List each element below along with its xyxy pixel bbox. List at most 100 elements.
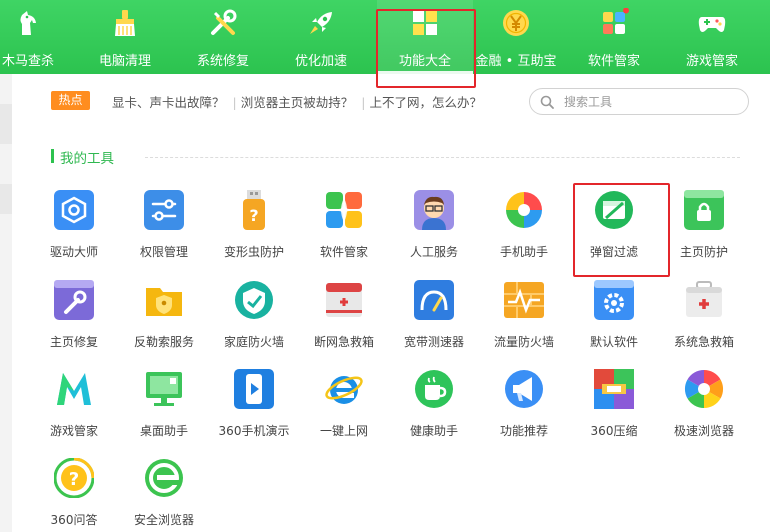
nav-item-game-manager[interactable]: 游戏管家	[670, 0, 754, 74]
nav-item-system-repair[interactable]: 系统修复	[181, 0, 265, 74]
hot-link[interactable]: 显卡、声卡出故障？	[112, 95, 225, 110]
tool-desktop-helper[interactable]: 桌面助手	[119, 369, 209, 453]
section-title: 我的工具	[60, 151, 114, 167]
system-firstaid-icon	[686, 281, 722, 317]
anti-ransom-folder-icon	[146, 288, 182, 316]
driver-master-icon	[54, 190, 94, 230]
tool-label: 游戏管家	[49, 424, 98, 438]
tool-label: 默认软件	[589, 335, 638, 349]
network-firstaid-icon	[326, 283, 362, 317]
traffic-firewall-icon	[504, 282, 544, 318]
tool-homepage-protect[interactable]: 主页防护	[659, 190, 749, 274]
tool-one-click-online[interactable]: 一键上网	[299, 369, 389, 453]
divider: |	[361, 95, 366, 110]
hot-link[interactable]: 上不了网，怎么办？	[369, 95, 482, 110]
divider: |	[232, 95, 237, 110]
svg-text:?: ?	[69, 469, 79, 490]
highlight-frame-tool	[573, 183, 670, 277]
left-side-strip	[0, 74, 12, 532]
svg-text:?: ?	[249, 206, 258, 225]
tool-default-software[interactable]: 默认软件	[569, 280, 659, 364]
nav-label: 金融 • 互助宝	[475, 54, 557, 69]
tool-label: 360手机演示	[218, 424, 290, 438]
nav-item-optimize[interactable]: 优化加速	[279, 0, 363, 74]
gamepad-icon	[698, 17, 726, 32]
broom-icon	[115, 10, 135, 36]
tool-label: 极速浏览器	[673, 424, 734, 438]
section-divider	[145, 157, 740, 158]
default-software-gear-icon	[594, 280, 634, 320]
human-service-avatar-icon	[414, 190, 454, 230]
search-box[interactable]	[529, 88, 749, 115]
tool-label: 360压缩	[590, 424, 638, 438]
tool-label: 健康助手	[409, 424, 458, 438]
tool-label: 变形虫防护	[223, 245, 284, 259]
megaphone-icon	[505, 370, 543, 408]
software-cube-icon	[603, 8, 629, 34]
tool-anti-ransom[interactable]: 反勒索服务	[119, 280, 209, 364]
software-manager-icon	[326, 192, 362, 228]
nav-label: 系统修复	[196, 54, 249, 69]
hot-links: 显卡、声卡出故障？ | 浏览器主页被劫持？ | 上不了网，怎么办？	[112, 92, 486, 111]
tool-label: 桌面助手	[139, 424, 188, 438]
tool-safe-browser[interactable]: 安全浏览器	[119, 458, 209, 532]
ie-browser-icon	[325, 376, 363, 404]
nav-label: 木马查杀	[1, 54, 54, 69]
tool-label: 宽带测速器	[403, 335, 464, 349]
highlight-frame-nav	[376, 9, 476, 88]
tool-homepage-repair[interactable]: 主页修复	[29, 280, 119, 364]
permission-toggle-icon	[144, 190, 184, 230]
game-manager-m-icon	[57, 373, 91, 405]
nav-item-pc-clean[interactable]: 电脑清理	[83, 0, 167, 74]
tool-label: 权限管理	[139, 245, 188, 259]
tool-speed-browser[interactable]: 极速浏览器	[659, 369, 749, 453]
wrench-screwdriver-icon	[211, 9, 237, 35]
usb-shield-icon: ?	[243, 190, 265, 230]
tool-label: 360问答	[50, 513, 98, 527]
tool-game-manager[interactable]: 游戏管家	[29, 369, 119, 453]
tool-360-qa[interactable]: ? 360问答	[29, 458, 119, 532]
nav-item-trojan-scan[interactable]: 木马查杀	[0, 0, 70, 74]
nav-item-finance[interactable]: 金融 • 互助宝	[474, 0, 558, 74]
nav-item-software-manager[interactable]: 软件管家	[572, 0, 656, 74]
homepage-lock-icon	[684, 190, 724, 230]
tool-phone-assistant[interactable]: 手机助手	[479, 190, 569, 274]
homepage-repair-icon	[54, 280, 94, 320]
tool-label: 一键上网	[319, 424, 368, 438]
tool-network-firstaid[interactable]: 断网急救箱	[299, 280, 389, 364]
qa-question-icon: ?	[54, 458, 94, 498]
phone-demo-icon	[234, 369, 274, 409]
nav-label: 电脑清理	[98, 54, 151, 69]
tool-permission[interactable]: 权限管理	[119, 190, 209, 274]
tool-label: 软件管家	[319, 245, 368, 259]
tool-label: 系统急救箱	[673, 335, 734, 349]
tool-driver-master[interactable]: 驱动大师	[29, 190, 119, 274]
app-window: 木马查杀 电脑清理 系统修复 优化加速 功能大全 金融 • 互助宝 软件管家 游…	[0, 0, 770, 532]
tool-360-zip[interactable]: 360压缩	[569, 369, 659, 453]
tool-phone-demo[interactable]: 360手机演示	[209, 369, 299, 453]
tool-human-service[interactable]: 人工服务	[389, 190, 479, 274]
section-marker	[51, 149, 54, 163]
tool-speed-test[interactable]: 宽带测速器	[389, 280, 479, 364]
search-input[interactable]	[564, 92, 739, 111]
tool-label: 反勒索服务	[133, 335, 194, 349]
tool-family-firewall[interactable]: 家庭防火墙	[209, 280, 299, 364]
phone-assistant-icon	[506, 192, 542, 228]
horse-icon	[20, 11, 36, 35]
tool-feature-recommend[interactable]: 功能推荐	[479, 369, 569, 453]
hot-link[interactable]: 浏览器主页被劫持？	[241, 95, 354, 110]
tool-system-firstaid[interactable]: 系统急救箱	[659, 280, 749, 364]
tool-label: 家庭防火墙	[223, 335, 284, 349]
tool-label: 安全浏览器	[133, 513, 194, 527]
tool-label: 主页修复	[49, 335, 98, 349]
tool-traffic-firewall[interactable]: 流量防火墙	[479, 280, 569, 364]
tool-software-manager[interactable]: 软件管家	[299, 190, 389, 274]
tool-label: 断网急救箱	[313, 335, 374, 349]
safe-browser-icon	[145, 459, 183, 497]
zip-compress-icon	[594, 369, 634, 409]
nav-label: 游戏管家	[685, 54, 738, 69]
chrome-browser-icon	[684, 369, 724, 409]
tool-health-helper[interactable]: 健康助手	[389, 369, 479, 453]
speed-gauge-icon	[414, 280, 454, 320]
tool-usb-protect[interactable]: ? 变形虫防护	[209, 190, 299, 274]
